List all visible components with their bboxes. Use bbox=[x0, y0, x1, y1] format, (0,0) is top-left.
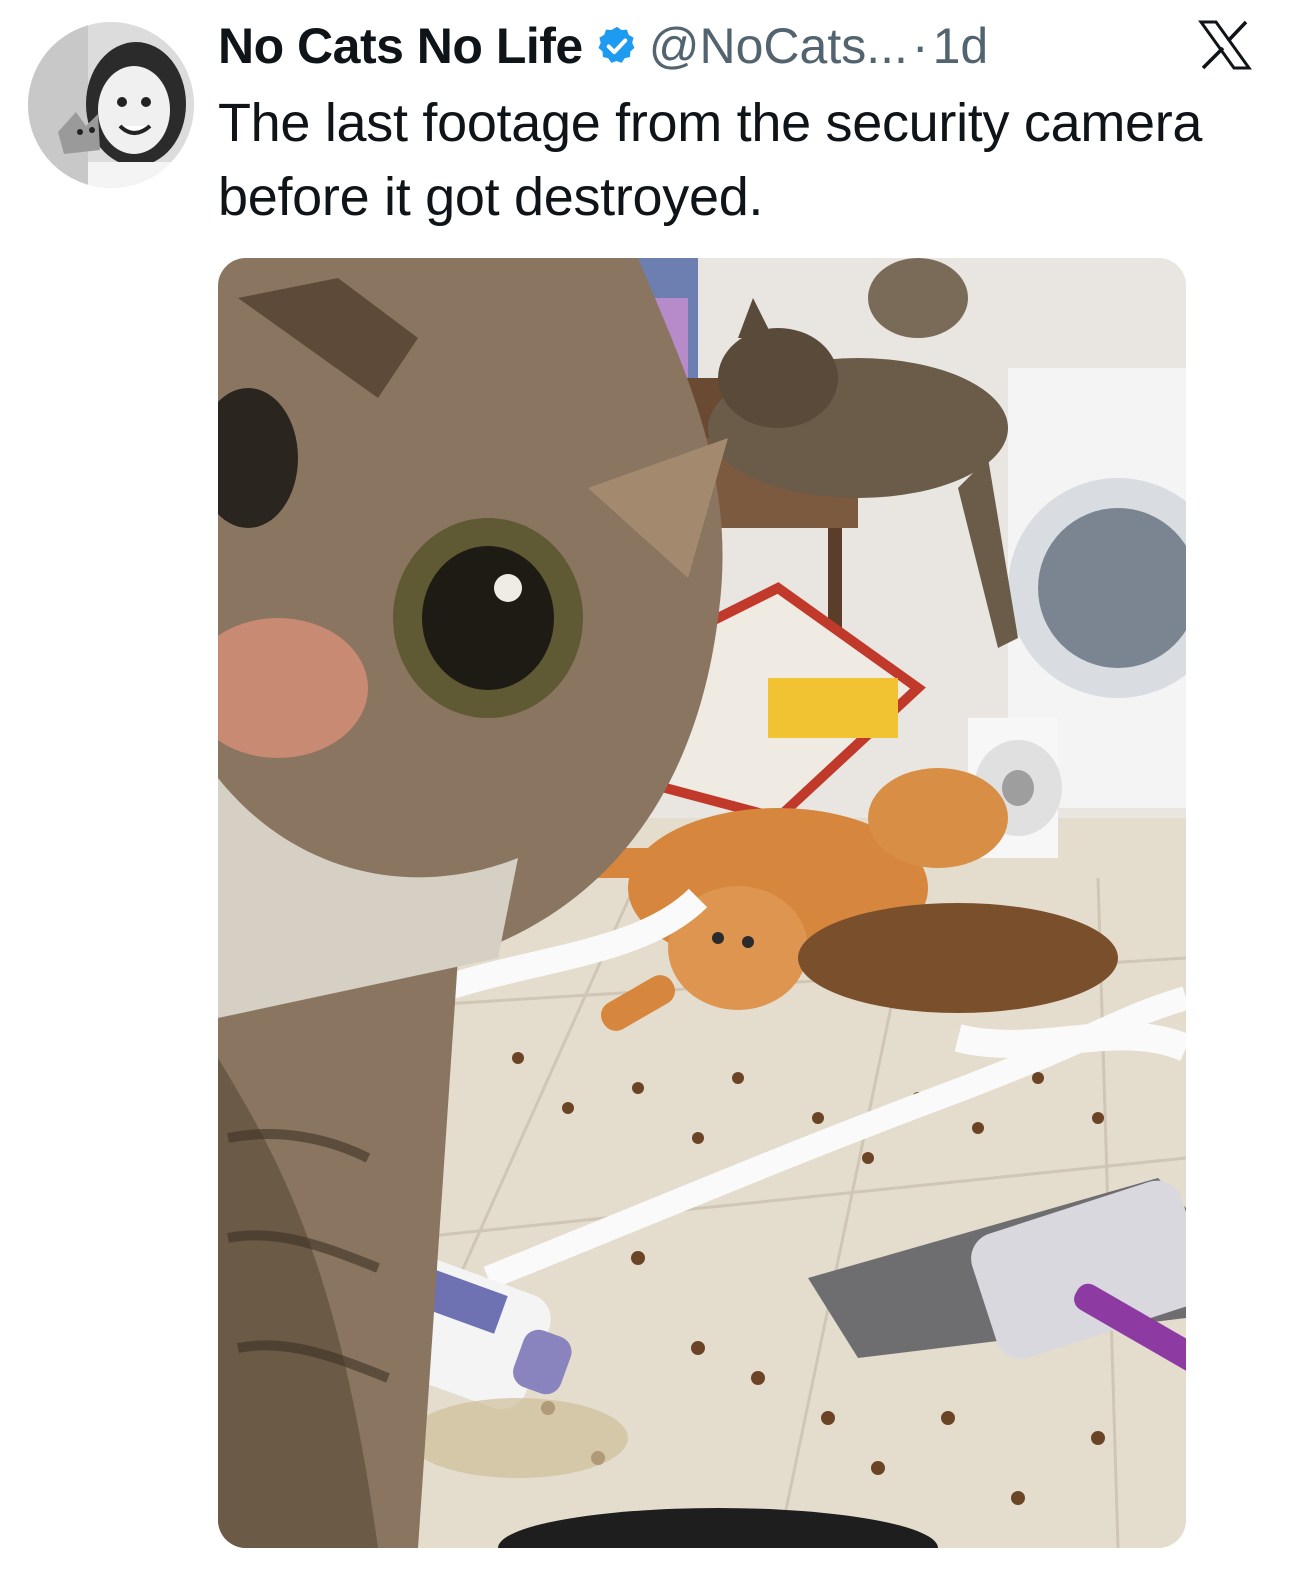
author-handle[interactable]: @NoCats... bbox=[649, 17, 908, 75]
avatar-image bbox=[28, 22, 194, 188]
x-logo-icon[interactable] bbox=[1198, 20, 1252, 70]
tweet-media-photo[interactable] bbox=[218, 258, 1186, 1548]
avatar[interactable] bbox=[28, 22, 194, 188]
tweet-text: The last footage from the security camer… bbox=[218, 93, 1203, 227]
author-name[interactable]: No Cats No Life bbox=[218, 17, 583, 75]
separator-dot: · bbox=[911, 18, 929, 74]
timestamp[interactable]: 1d bbox=[933, 17, 989, 75]
verified-badge-icon bbox=[595, 24, 639, 68]
tweet-card[interactable]: No Cats No Life @NoCats... · 1d The last… bbox=[0, 0, 1290, 1578]
tweet-header: No Cats No Life @NoCats... · 1d bbox=[218, 14, 988, 78]
cats-messy-kitchen-photo-icon bbox=[218, 258, 1186, 1548]
